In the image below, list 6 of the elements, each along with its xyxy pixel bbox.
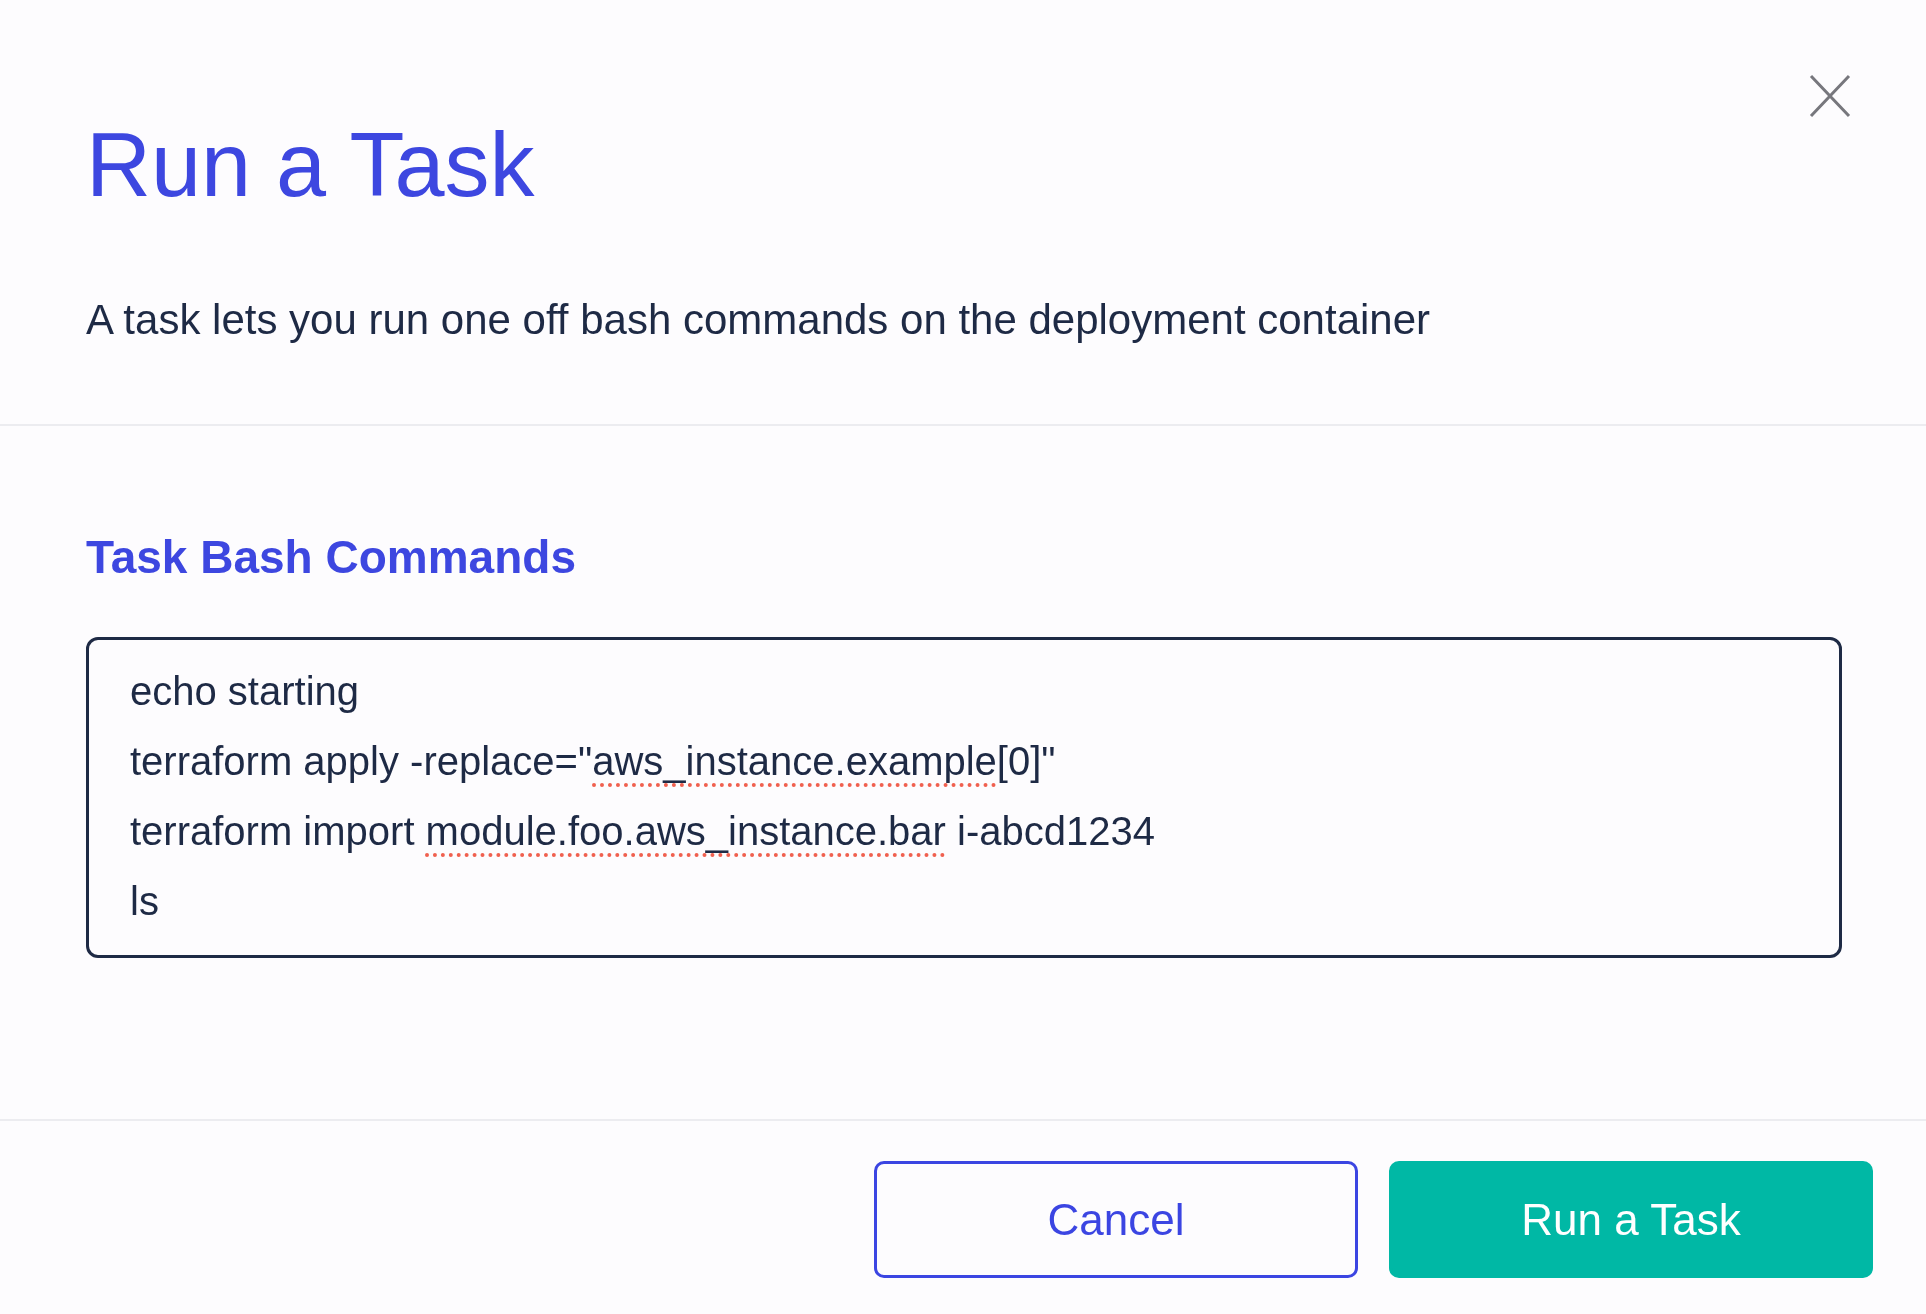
commands-field[interactable]: echo starting terraform apply -replace="aws_instance.example[0]" terraform import module.foo.aws_instance.bar i-abcd1234 ls	[86, 637, 1842, 958]
close-icon	[1809, 74, 1851, 118]
cancel-button[interactable]: Cancel	[874, 1161, 1358, 1278]
dialog-title: Run a Task	[86, 120, 535, 210]
commands-label: Task Bash Commands	[86, 534, 576, 580]
dialog-description: A task lets you run one off bash commands on the deployment container	[86, 299, 1431, 341]
